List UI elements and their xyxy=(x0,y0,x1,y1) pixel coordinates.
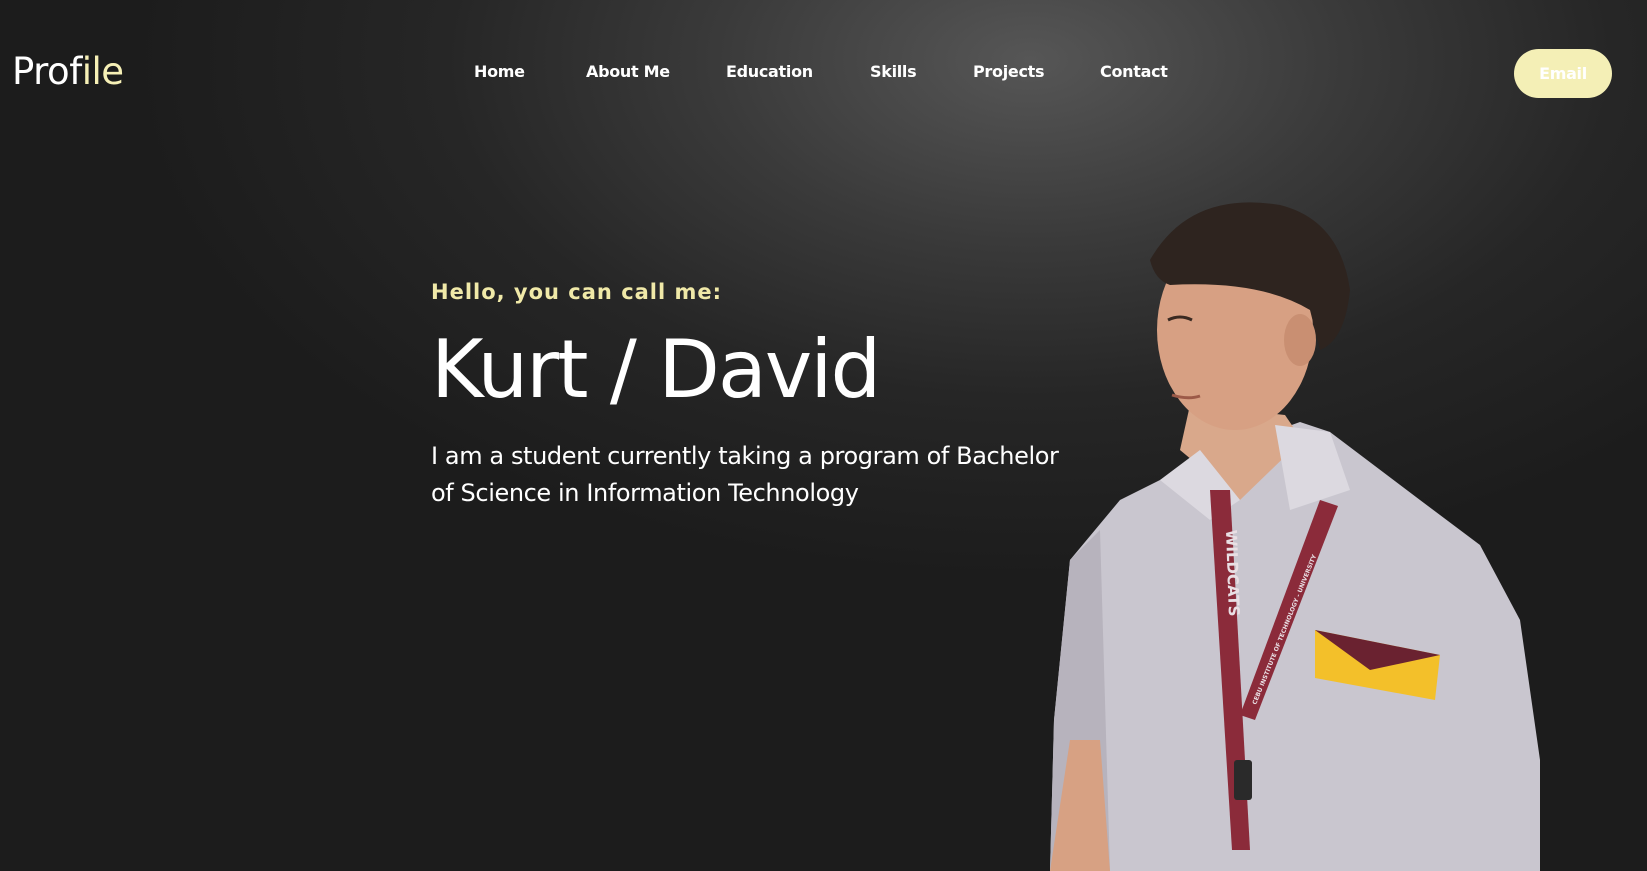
hero-name: Kurt / David xyxy=(431,323,881,416)
nav-about-me[interactable]: About Me xyxy=(586,62,670,81)
nav-education[interactable]: Education xyxy=(726,62,813,81)
nav-skills[interactable]: Skills xyxy=(870,62,917,81)
lanyard-clip xyxy=(1234,760,1252,800)
hero-greeting: Hello, you can call me: xyxy=(431,280,723,304)
nav-home[interactable]: Home xyxy=(474,62,525,81)
email-button[interactable]: Email xyxy=(1514,49,1612,98)
main-nav: Home About Me Education Skills Projects … xyxy=(0,62,1647,86)
lanyard-left-text: WILDCATS xyxy=(1222,530,1243,617)
profile-photo: WILDCATS CEBU INSTITUTE OF TECHNOLOGY - … xyxy=(1040,200,1560,871)
site-header: Profile Home About Me Education Skills P… xyxy=(0,0,1647,150)
hero-section: Hello, you can call me: Kurt / David I a… xyxy=(431,280,1071,512)
nav-projects[interactable]: Projects xyxy=(973,62,1045,81)
hero-tagline: I am a student currently taking a progra… xyxy=(431,442,1059,507)
ear-shape xyxy=(1284,314,1316,366)
nav-contact[interactable]: Contact xyxy=(1100,62,1168,81)
